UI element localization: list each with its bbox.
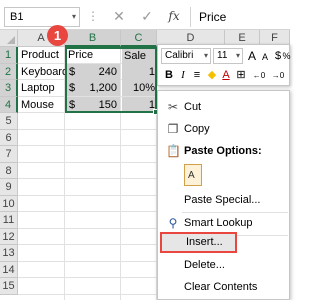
row-header-12[interactable]: 12: [0, 229, 18, 245]
menu-item-label: Cut: [184, 101, 202, 113]
chevron-down-icon[interactable]: ▾: [236, 49, 240, 63]
font-color-button[interactable]: A: [219, 68, 233, 83]
paste-option-button[interactable]: A: [184, 164, 202, 186]
column-header-b[interactable]: B: [65, 30, 121, 47]
row-header-7[interactable]: 7: [0, 146, 18, 163]
italic-button[interactable]: I: [176, 68, 190, 83]
step-1-badge: 1: [47, 25, 68, 46]
formula-value: Price: [199, 10, 227, 24]
chevron-down-icon[interactable]: ▾: [72, 12, 76, 21]
row-header-11[interactable]: 11: [0, 212, 18, 229]
menu-item-copy[interactable]: ❐ Copy: [158, 119, 289, 141]
column-header-c[interactable]: C: [121, 30, 157, 47]
menu-item-cut[interactable]: ✂ Cut: [158, 97, 289, 119]
formula-bar-grip-icon: ⋮: [87, 9, 99, 23]
name-box-value: B1: [10, 11, 24, 23]
copy-icon: ❐: [167, 122, 179, 136]
menu-item-label: Copy: [184, 123, 210, 135]
increase-decimal-button[interactable]: →0: [269, 68, 287, 83]
row-header-15[interactable]: 15: [0, 278, 18, 295]
borders-button[interactable]: ⊞: [234, 68, 248, 83]
menu-item-paste-options: 📋 Paste Options:: [158, 141, 289, 163]
gridline: [18, 211, 157, 212]
name-box[interactable]: B1 ▾: [4, 7, 80, 27]
cancel-button[interactable]: ✕: [108, 6, 130, 26]
gridline: [18, 195, 157, 196]
formula-bar: B1 ▾ ⋮ ✕ ✓ fx Price: [0, 0, 290, 30]
gridline: [18, 178, 157, 179]
row-header-4[interactable]: 4: [0, 97, 18, 113]
gridline: [18, 261, 157, 262]
font-size-value: 11: [217, 50, 228, 61]
enter-button[interactable]: ✓: [136, 6, 158, 26]
menu-item-delete[interactable]: Delete...: [158, 255, 289, 277]
formula-input[interactable]: Price: [190, 7, 290, 27]
row-header-1[interactable]: 1: [0, 47, 18, 64]
font-name-value: Calibri: [165, 50, 194, 61]
row-header-6[interactable]: 6: [0, 130, 18, 146]
insert-function-button[interactable]: fx: [163, 6, 185, 26]
cell-a4[interactable]: Mouse: [21, 97, 54, 113]
row-header-13[interactable]: 13: [0, 245, 18, 262]
scissors-icon: ✂: [167, 100, 179, 114]
paste-icon: A: [188, 170, 195, 181]
menu-item-label: Clear Contents: [184, 281, 258, 293]
context-menu: ✂ Cut ❐ Copy 📋 Paste Options: A Paste Sp…: [157, 90, 290, 300]
gridline: [18, 162, 157, 163]
search-icon: ⚲: [168, 216, 178, 230]
fill-color-button[interactable]: ◆: [205, 68, 219, 83]
row-header-10[interactable]: 10: [0, 196, 18, 212]
row-header-8[interactable]: 8: [0, 163, 18, 179]
gridline: [18, 129, 157, 130]
menu-item-label: Paste Special...: [184, 194, 261, 206]
menu-item-label: Delete...: [184, 259, 225, 271]
menu-item-label: Smart Lookup: [184, 217, 253, 229]
cell-a2[interactable]: Keyboard: [21, 64, 68, 80]
select-all-button[interactable]: [0, 30, 18, 47]
selection-border: [65, 47, 157, 113]
cell-a1[interactable]: Product: [21, 47, 59, 63]
grow-font-button[interactable]: A: [245, 49, 259, 64]
gridline: [18, 277, 157, 278]
clipboard-icon: 📋: [166, 144, 181, 158]
row-header-9[interactable]: 9: [0, 179, 18, 196]
align-button[interactable]: ≡: [190, 68, 204, 83]
shrink-font-button[interactable]: A: [258, 50, 272, 65]
menu-item-clear-contents[interactable]: Clear Contents: [158, 277, 289, 299]
font-size-box[interactable]: 11 ▾: [213, 48, 243, 64]
font-name-box[interactable]: Calibri ▾: [161, 48, 211, 64]
gridline: [18, 145, 157, 146]
mini-toolbar: Calibri ▾ 11 ▾ A A $ % B I ≡ ◆ A ⊞ ←0 →0: [157, 44, 291, 86]
row-header-5[interactable]: 5: [0, 113, 18, 130]
chevron-down-icon[interactable]: ▾: [204, 49, 208, 63]
decrease-decimal-button[interactable]: ←0: [250, 68, 268, 83]
cell-a3[interactable]: Laptop: [21, 80, 55, 96]
percent-style-button[interactable]: %: [282, 49, 291, 64]
row-header-2[interactable]: 2: [0, 64, 18, 80]
gridline: [18, 294, 157, 295]
row-header-3[interactable]: 3: [0, 80, 18, 97]
gridline: [18, 244, 157, 245]
menu-item-paste-special[interactable]: Paste Special...: [158, 190, 289, 212]
bold-button[interactable]: B: [162, 68, 176, 83]
gridline: [18, 228, 157, 229]
menu-item-insert[interactable]: Insert...: [160, 232, 237, 253]
menu-item-label: Insert...: [186, 236, 223, 248]
row-header-14[interactable]: 14: [0, 262, 18, 278]
menu-item-label: Paste Options:: [184, 145, 262, 157]
